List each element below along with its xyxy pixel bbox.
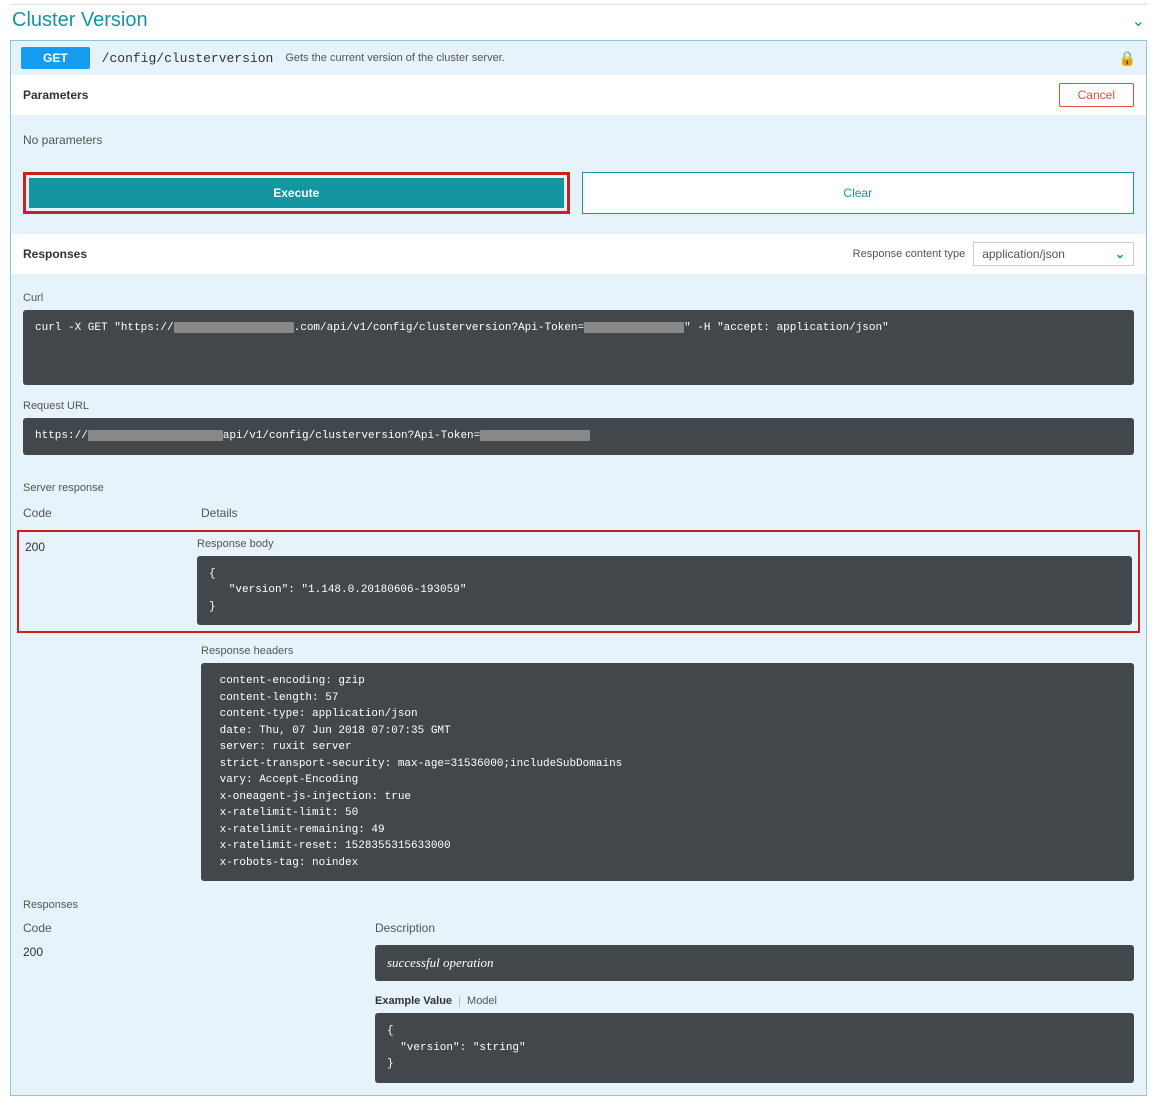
request-url-code[interactable]: https:// api/v1/config/clusterversion?Ap… [23,418,1134,455]
response-table-header: Code Details [11,502,1146,530]
section-title: Cluster Version [12,9,148,32]
response-body-label: Response body [197,538,1132,550]
content-type-group: Response content type application/json ⌄ [853,242,1134,266]
schema-details: successful operation Example Value | Mod… [375,945,1134,1083]
example-code[interactable]: { "version": "string" } [375,1013,1134,1083]
responses-bar: Responses Response content type applicat… [11,234,1146,274]
request-url-label: Request URL [23,400,1134,412]
request-url-section: Request URL https:// api/v1/config/clust… [23,400,1134,455]
live-response-row: 200 Response body { "version": "1.148.0.… [25,538,1132,626]
response-headers-section: Response headers content-encoding: gzip … [201,645,1134,881]
section-header[interactable]: Cluster Version ⌄ [10,4,1147,40]
schema-table-header: Code Description [11,917,1146,945]
live-response-highlight: 200 Response body { "version": "1.148.0.… [17,530,1140,634]
curl-code[interactable]: curl -X GET "https:// .com/api/v1/config… [23,310,1134,385]
response-body-code[interactable]: { "version": "1.148.0.20180606-193059" } [197,556,1132,626]
server-response-label: Server response [11,477,1146,502]
example-tabs: Example Value | Model [375,995,1134,1007]
action-buttons: Execute Clear [11,172,1146,234]
schema-row: 200 successful operation Example Value |… [11,945,1146,1095]
response-code: 200 [25,538,197,626]
schema-desc-header: Description [375,921,1134,935]
tab-example-value[interactable]: Example Value [375,995,452,1007]
response-headers-row: Response headers content-encoding: gzip … [11,641,1146,889]
no-parameters-text: No parameters [11,115,1146,172]
parameters-label: Parameters [23,88,88,102]
lock-icon[interactable]: 🔒 [1119,50,1136,67]
chevron-down-icon[interactable]: ⌄ [1132,11,1145,31]
content-type-select[interactable]: application/json ⌄ [973,242,1134,266]
success-description: successful operation [375,945,1134,981]
clear-button[interactable]: Clear [582,172,1135,214]
operation-header[interactable]: GET /config/clusterversion Gets the curr… [11,41,1146,75]
responses-schema-label: Responses [11,889,1146,917]
tab-model[interactable]: Model [467,995,497,1007]
curl-section: Curl curl -X GET "https:// .com/api/v1/c… [23,292,1134,385]
operation-container: GET /config/clusterversion Gets the curr… [10,40,1147,1096]
response-headers-code[interactable]: content-encoding: gzip content-length: 5… [201,663,1134,881]
responses-label: Responses [23,247,87,261]
execute-button[interactable]: Execute [29,178,564,208]
method-badge: GET [21,47,90,69]
response-body-section: Response body { "version": "1.148.0.2018… [197,538,1132,626]
cancel-button[interactable]: Cancel [1059,83,1134,107]
chevron-down-icon: ⌄ [1115,247,1125,261]
execute-highlight: Execute [23,172,570,214]
content-type-label: Response content type [853,248,966,260]
content-type-value: application/json [982,247,1065,261]
schema-code: 200 [23,945,375,1083]
code-column-header: Code [23,506,201,520]
response-area: Curl curl -X GET "https:// .com/api/v1/c… [11,274,1146,477]
response-headers-label: Response headers [201,645,1134,657]
schema-code-header: Code [23,921,375,935]
parameters-bar: Parameters Cancel [11,75,1146,115]
details-column-header: Details [201,506,1134,520]
curl-label: Curl [23,292,1134,304]
operation-description: Gets the current version of the cluster … [285,52,504,64]
operation-path: /config/clusterversion [102,51,274,66]
